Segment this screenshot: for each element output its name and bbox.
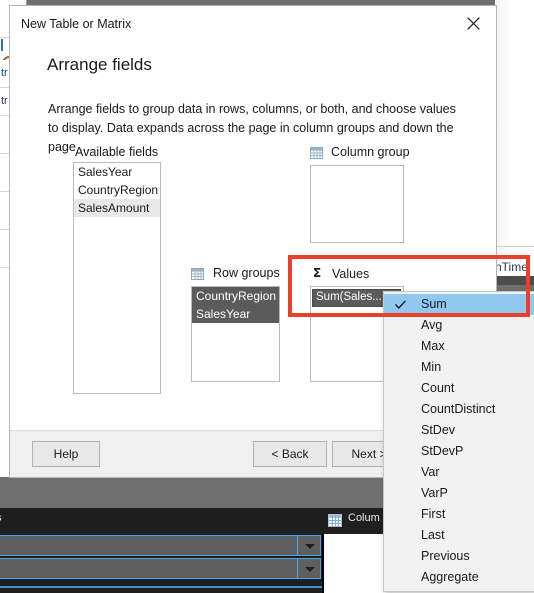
menu-item-previous[interactable]: Previous bbox=[384, 546, 534, 567]
row-groups-label: Row groups bbox=[213, 266, 280, 280]
menu-item-min[interactable]: Min bbox=[384, 357, 534, 378]
values-label: Values bbox=[332, 267, 370, 281]
chevron-down-icon[interactable] bbox=[297, 536, 320, 555]
help-button[interactable]: Help bbox=[32, 441, 100, 467]
sigma-icon: Σ bbox=[313, 266, 322, 280]
bottom-panel-combo-row[interactable] bbox=[0, 558, 321, 579]
grid-icon bbox=[191, 268, 204, 280]
menu-item-label: Previous bbox=[421, 549, 470, 563]
menu-item-max[interactable]: Max bbox=[384, 336, 534, 357]
back-button[interactable]: < Back bbox=[253, 441, 327, 467]
menu-item-var[interactable]: Var bbox=[384, 462, 534, 483]
menu-item-stdevp[interactable]: StDevP bbox=[384, 441, 534, 462]
dialog-title: New Table or Matrix bbox=[21, 17, 132, 31]
list-item[interactable]: CountryRegion bbox=[74, 181, 160, 199]
menu-item-label: Max bbox=[421, 339, 445, 353]
menu-item-label: Min bbox=[421, 360, 442, 374]
page-title: Arrange fields bbox=[47, 55, 152, 74]
menu-item-sum[interactable]: Sum bbox=[384, 294, 534, 315]
bottom-panel-combo-row[interactable] bbox=[0, 535, 321, 556]
bottom-panel-divider bbox=[322, 534, 324, 593]
list-item[interactable]: SalesYear bbox=[192, 305, 279, 323]
grid-icon bbox=[310, 147, 323, 159]
menu-item-varp[interactable]: VarP bbox=[384, 483, 534, 504]
bottom-panel-accent-line bbox=[0, 586, 322, 588]
menu-item-label: StDevP bbox=[421, 444, 464, 458]
dialog-title-bar: New Table or Matrix bbox=[10, 6, 496, 42]
available-fields-list[interactable]: SalesYear CountryRegion SalesAmount bbox=[73, 162, 161, 394]
aggregate-dropdown-menu[interactable]: Sum Avg Max Min Count CountDistinct StDev StDev… bbox=[383, 291, 534, 592]
bottom-panel-combo-list bbox=[0, 535, 321, 585]
menu-item-avg[interactable]: Avg bbox=[384, 315, 534, 336]
bottom-panel-left-label: s bbox=[0, 512, 2, 524]
menu-item-label: Var bbox=[421, 465, 440, 479]
menu-item-stdev[interactable]: StDev bbox=[384, 420, 534, 441]
menu-item-countdistinct[interactable]: CountDistinct bbox=[384, 399, 534, 420]
menu-item-label: StDev bbox=[421, 423, 456, 437]
close-icon bbox=[467, 17, 480, 30]
menu-item-first[interactable]: First bbox=[384, 504, 534, 525]
available-fields-label: Available fields bbox=[75, 145, 159, 159]
bottom-panel-column-label: Colum bbox=[348, 512, 380, 524]
column-groups-label: Column group bbox=[331, 145, 409, 159]
list-item[interactable]: SalesYear bbox=[74, 163, 160, 181]
check-icon bbox=[394, 300, 407, 310]
chevron-down-icon[interactable] bbox=[297, 559, 320, 578]
background-dark-bar bbox=[495, 276, 534, 285]
row-groups-list[interactable]: CountryRegion SalesYear bbox=[191, 286, 280, 382]
menu-item-label: Avg bbox=[421, 318, 443, 332]
menu-item-label: Count bbox=[421, 381, 455, 395]
list-item[interactable]: SalesAmount bbox=[74, 199, 160, 217]
grid-icon bbox=[328, 514, 342, 527]
value-aggregate-text: Sum(Sales... bbox=[316, 291, 382, 303]
close-button[interactable] bbox=[454, 8, 494, 38]
menu-item-last[interactable]: Last bbox=[384, 525, 534, 546]
menu-item-count[interactable]: Count bbox=[384, 378, 534, 399]
menu-item-label: Aggregate bbox=[421, 570, 479, 584]
menu-item-label: Last bbox=[421, 528, 445, 542]
menu-item-label: VarP bbox=[421, 486, 448, 500]
menu-item-label: Sum bbox=[421, 297, 447, 311]
background-right-strip bbox=[495, 0, 534, 280]
menu-item-aggregate[interactable]: Aggregate bbox=[384, 567, 534, 588]
menu-item-label: CountDistinct bbox=[421, 402, 496, 416]
list-item[interactable]: CountryRegion bbox=[192, 287, 279, 305]
background-divider bbox=[495, 246, 534, 247]
background-right-text: nTime bbox=[495, 258, 534, 276]
menu-item-label: First bbox=[421, 507, 446, 521]
column-groups-list[interactable] bbox=[310, 165, 404, 243]
